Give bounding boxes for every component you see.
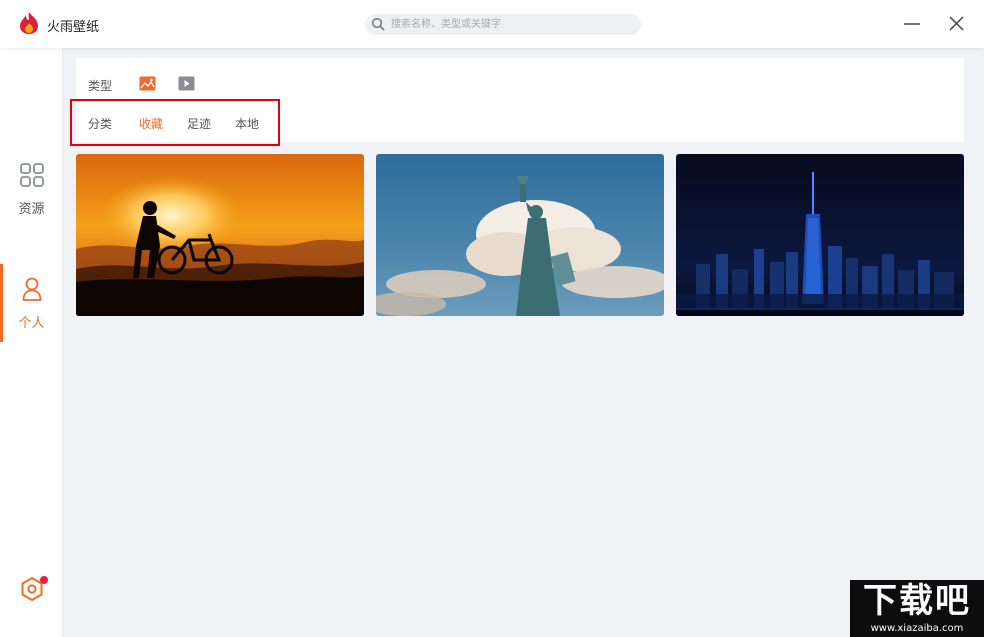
notification-dot bbox=[40, 576, 48, 584]
minimize-icon[interactable] bbox=[901, 13, 923, 35]
filter-panel: 类型 分类 收藏 足迹 本地 bbox=[70, 58, 964, 146]
title-bar: 火雨壁纸 bbox=[0, 0, 984, 48]
wallpaper-image bbox=[676, 154, 964, 316]
watermark-logo: 下载吧 www.xiazaiba.com bbox=[850, 580, 984, 637]
wallpaper-thumbnail[interactable] bbox=[76, 154, 364, 316]
sidebar-item-resources[interactable]: 资源 bbox=[0, 150, 63, 228]
user-icon bbox=[22, 277, 42, 301]
video-icon[interactable] bbox=[178, 76, 195, 91]
close-icon[interactable] bbox=[946, 13, 968, 35]
image-icon[interactable] bbox=[139, 76, 156, 91]
search-input[interactable] bbox=[391, 14, 631, 35]
app-logo-icon bbox=[20, 12, 38, 34]
wallpaper-thumbnail[interactable] bbox=[676, 154, 964, 316]
search-box[interactable] bbox=[365, 14, 641, 35]
grid-icon bbox=[20, 163, 44, 187]
search-icon[interactable] bbox=[371, 17, 385, 31]
wallpaper-image bbox=[376, 154, 664, 316]
watermark-text: 下载吧 bbox=[863, 581, 971, 621]
sidebar: 资源 个人 bbox=[0, 48, 63, 637]
wallpaper-thumbnail[interactable] bbox=[376, 154, 664, 316]
sidebar-item-personal[interactable]: 个人 bbox=[0, 264, 63, 342]
sidebar-item-label: 资源 bbox=[18, 202, 45, 217]
app-title: 火雨壁纸 bbox=[47, 20, 100, 35]
wallpaper-image bbox=[76, 154, 364, 316]
watermark-url: www.xiazaiba.com bbox=[870, 623, 964, 634]
annotation-highlight-box bbox=[70, 99, 280, 146]
type-label: 类型 bbox=[88, 79, 113, 93]
sidebar-item-label: 个人 bbox=[18, 316, 45, 331]
